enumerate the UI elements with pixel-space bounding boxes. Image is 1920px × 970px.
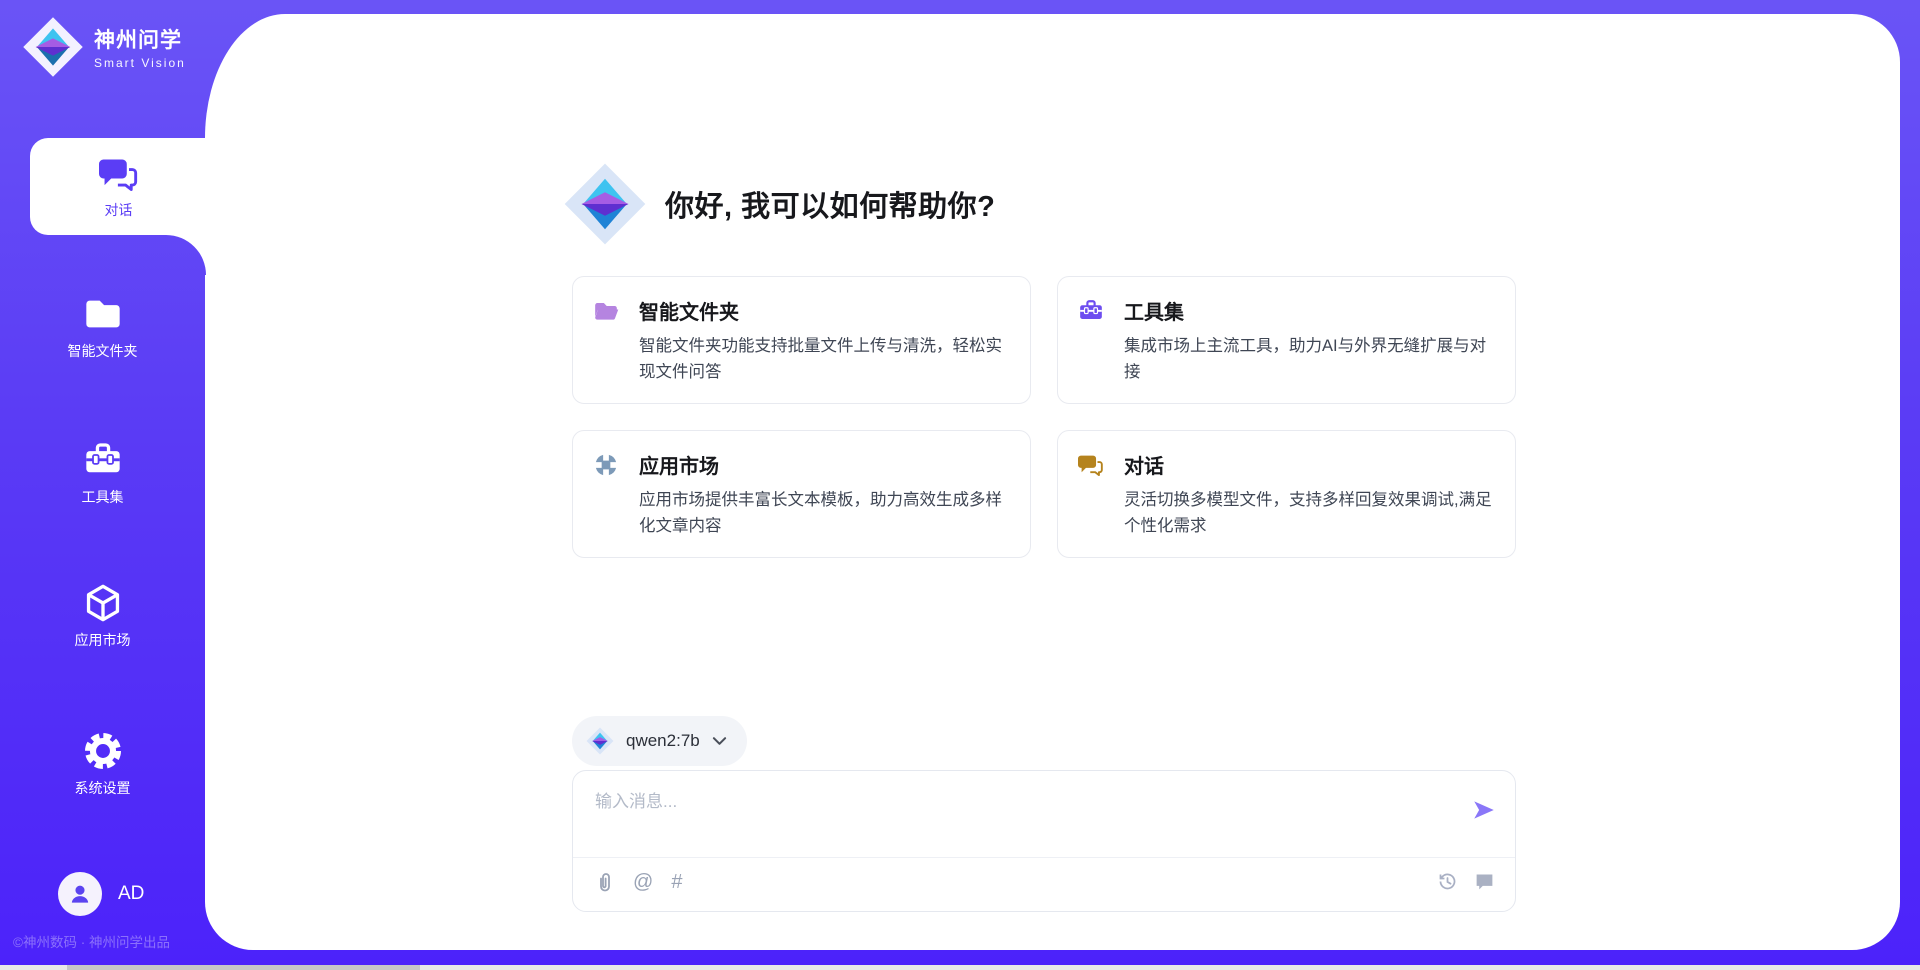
chat-square-icon[interactable] (1474, 871, 1495, 892)
model-selector[interactable]: qwen2:7b (572, 716, 747, 766)
sidebar-item-label: 工具集 (82, 487, 124, 507)
diamond-logo-icon (563, 162, 647, 246)
gear-icon (83, 731, 123, 771)
card-app-market[interactable]: 应用市场 应用市场提供丰富长文本模板，助力高效生成多样化文章内容 (572, 430, 1031, 558)
sidebar-item-label: 对话 (105, 200, 133, 220)
card-title: 应用市场 (639, 450, 719, 479)
card-toolset[interactable]: 工具集 集成市场上主流工具，助力AI与外界无缝扩展与对接 (1057, 276, 1516, 404)
brand-subtitle: Smart Vision (94, 56, 186, 70)
message-input[interactable] (595, 787, 1445, 842)
sidebar-item-label: 智能文件夹 (68, 341, 138, 361)
hashtag-icon[interactable]: # (671, 871, 682, 894)
avatar (58, 872, 102, 916)
brand-logo: 神州问学 Smart Vision (22, 16, 186, 78)
folder-icon (593, 298, 619, 324)
card-description: 应用市场提供丰富长文本模板，助力高效生成多样化文章内容 (639, 488, 1008, 539)
sidebar-item-settings[interactable]: 系统设置 (0, 731, 205, 798)
sidebar-item-label: 系统设置 (75, 778, 131, 798)
sidebar-item-app-market[interactable]: 应用市场 (0, 583, 205, 650)
greeting-header: 你好, 我可以如何帮助你? (563, 162, 995, 246)
tab-fillet (166, 235, 206, 275)
model-name: qwen2:7b (626, 731, 700, 751)
copyright-text: ©神州数码 · 神州问学出品 (13, 931, 170, 951)
card-title: 智能文件夹 (639, 296, 739, 325)
message-composer: @ # (572, 770, 1516, 912)
mention-icon[interactable]: @ (633, 871, 653, 894)
send-icon[interactable] (1471, 797, 1497, 823)
card-description: 集成市场上主流工具，助力AI与外界无缝扩展与对接 (1124, 334, 1493, 385)
feature-cards: 智能文件夹 智能文件夹功能支持批量文件上传与清洗，轻松实现文件问答 工具集 集成… (572, 276, 1516, 558)
horizontal-scrollbar[interactable] (0, 965, 1920, 970)
sidebar-item-toolset[interactable]: 工具集 (0, 440, 205, 507)
diamond-logo-icon (586, 727, 614, 755)
brand-name: 神州问学 (94, 24, 186, 54)
card-smart-folder[interactable]: 智能文件夹 智能文件夹功能支持批量文件上传与清洗，轻松实现文件问答 (572, 276, 1031, 404)
user-profile[interactable]: AD (58, 872, 144, 916)
main-panel: 你好, 我可以如何帮助你? 智能文件夹 智能文件夹功能支持批量文件上传与清洗，轻… (205, 14, 1900, 950)
attachment-icon[interactable] (595, 872, 615, 894)
grid-icon (593, 452, 619, 478)
card-description: 灵活切换多模型文件，支持多样回复效果调试,满足个性化需求 (1124, 488, 1493, 539)
chat-icon (1078, 452, 1104, 478)
toolbox-icon (83, 440, 123, 480)
greeting-title: 你好, 我可以如何帮助你? (665, 183, 995, 225)
sidebar-item-label: 应用市场 (75, 630, 131, 650)
chevron-down-icon (712, 736, 727, 746)
history-icon[interactable] (1437, 871, 1458, 892)
card-title: 工具集 (1124, 296, 1184, 325)
user-name: AD (118, 883, 144, 905)
composer-divider (573, 857, 1515, 858)
sidebar: 神州问学 Smart Vision 对话 智能文件夹 工具集 (0, 0, 205, 970)
card-title: 对话 (1124, 450, 1164, 479)
toolbox-icon (1078, 298, 1104, 324)
person-icon (67, 881, 93, 907)
card-chat[interactable]: 对话 灵活切换多模型文件，支持多样回复效果调试,满足个性化需求 (1057, 430, 1516, 558)
cube-icon (83, 583, 123, 623)
scrollbar-thumb[interactable] (67, 965, 420, 970)
sidebar-item-chat[interactable]: 对话 (30, 138, 207, 235)
chat-icon (99, 154, 139, 194)
folder-icon (83, 294, 123, 334)
sidebar-item-smart-folder[interactable]: 智能文件夹 (0, 294, 205, 361)
diamond-logo-icon (22, 16, 84, 78)
card-description: 智能文件夹功能支持批量文件上传与清洗，轻松实现文件问答 (639, 334, 1008, 385)
